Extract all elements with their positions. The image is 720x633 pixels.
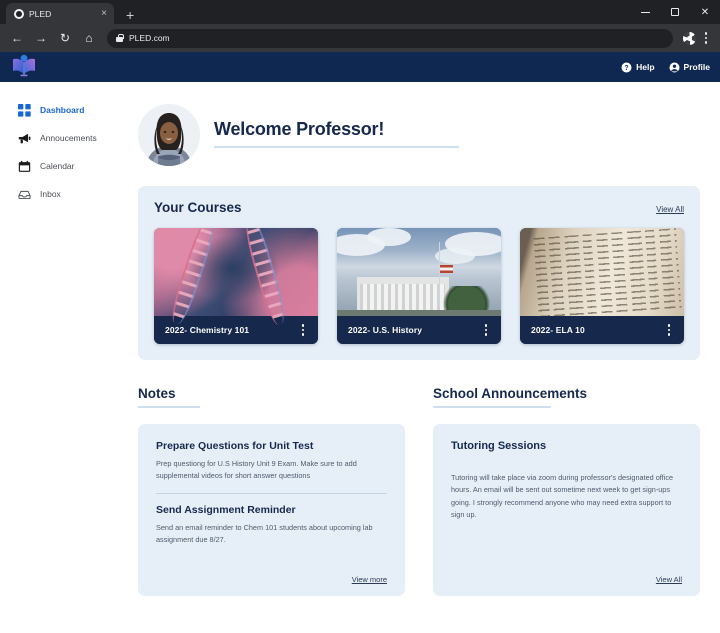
courses-view-all-link[interactable]: View All xyxy=(656,205,684,214)
announcements-underline xyxy=(433,406,551,408)
announcements-title: School Announcements xyxy=(433,386,700,401)
app-header-actions: ? Help Profile xyxy=(621,62,710,73)
question-circle-icon: ? xyxy=(621,62,632,73)
app-body: Dashboard Annoucements xyxy=(0,82,720,633)
minimize-button[interactable] xyxy=(630,0,660,24)
course-thumbnail-ela xyxy=(520,228,684,316)
note-title: Prepare Questions for Unit Test xyxy=(156,440,387,452)
page-viewport: ? Help Profile xyxy=(0,52,720,633)
course-card[interactable]: 2022- Chemistry 101 xyxy=(154,228,318,344)
course-card[interactable]: 2022- ELA 10 xyxy=(520,228,684,344)
open-book-logo[interactable] xyxy=(10,54,38,80)
course-thumbnail-history xyxy=(337,228,501,316)
help-button[interactable]: ? Help xyxy=(621,62,654,73)
course-list: 2022- Chemistry 101 xyxy=(154,228,684,344)
notes-title: Notes xyxy=(138,386,405,401)
title-underline xyxy=(214,146,459,148)
sidebar-label-calendar: Calendar xyxy=(40,161,75,171)
announcements-panel: Tutoring Sessions Tutoring will take pla… xyxy=(433,424,700,596)
sidebar-item-inbox[interactable]: Inbox xyxy=(0,180,130,208)
note-item[interactable]: Send Assignment Reminder Send an email r… xyxy=(156,504,387,546)
more-options-icon[interactable] xyxy=(482,321,491,339)
app-header: ? Help Profile xyxy=(0,52,720,82)
profile-button[interactable]: Profile xyxy=(669,62,710,73)
course-thumbnail-chemistry xyxy=(154,228,318,316)
address-bar[interactable]: PLED.com xyxy=(107,29,673,48)
note-title: Send Assignment Reminder xyxy=(156,504,387,516)
profile-label: Profile xyxy=(684,62,710,72)
courses-header: Your Courses View All xyxy=(154,200,684,215)
avatar xyxy=(138,104,200,166)
welcome-text: Welcome Professor! xyxy=(214,119,459,152)
note-body: Prep questiong for U.S History Unit 9 Ex… xyxy=(156,458,387,482)
reload-icon[interactable]: ↻ xyxy=(54,27,76,49)
forward-icon[interactable]: → xyxy=(30,27,52,49)
browser-window: PLED × + ✕ ← → ↻ ⌂ PLED.com xyxy=(0,0,720,633)
notes-panel: Prepare Questions for Unit Test Prep que… xyxy=(138,424,405,596)
sidebar-item-calendar[interactable]: Calendar xyxy=(0,152,130,180)
notes-underline xyxy=(138,406,200,408)
calendar-icon xyxy=(18,160,31,173)
more-options-icon[interactable] xyxy=(299,321,308,339)
announcement-title: Tutoring Sessions xyxy=(451,440,682,452)
notes-view-more-link[interactable]: View more xyxy=(352,575,387,584)
notes-column: Notes Prepare Questions for Unit Test Pr… xyxy=(138,386,405,596)
browser-menu-icon[interactable] xyxy=(698,28,714,48)
course-card[interactable]: 2022- U.S. History xyxy=(337,228,501,344)
browser-toolbar: ← → ↻ ⌂ PLED.com xyxy=(0,24,720,52)
sidebar: Dashboard Annoucements xyxy=(0,82,130,633)
note-body: Send an email reminder to Chem 101 stude… xyxy=(156,522,387,546)
back-icon[interactable]: ← xyxy=(6,27,28,49)
bottom-columns: Notes Prepare Questions for Unit Test Pr… xyxy=(138,386,700,596)
announcements-column: School Announcements Tutoring Sessions T… xyxy=(433,386,700,596)
divider xyxy=(156,493,387,494)
course-title: 2022- Chemistry 101 xyxy=(165,325,249,335)
help-label: Help xyxy=(636,62,654,72)
extensions-icon[interactable] xyxy=(683,32,696,45)
megaphone-icon xyxy=(18,132,31,145)
sidebar-label-dashboard: Dashboard xyxy=(40,105,84,115)
note-item[interactable]: Prepare Questions for Unit Test Prep que… xyxy=(156,440,387,482)
course-title: 2022- ELA 10 xyxy=(531,325,585,335)
browser-tab-strip: PLED × + ✕ xyxy=(0,0,720,24)
course-card-footer: 2022- ELA 10 xyxy=(520,316,684,344)
announcements-view-all-link[interactable]: View All xyxy=(656,575,682,584)
announcement-body: Tutoring will take place via zoom during… xyxy=(451,472,682,522)
more-options-icon[interactable] xyxy=(665,321,674,339)
course-card-footer: 2022- U.S. History xyxy=(337,316,501,344)
user-circle-icon xyxy=(669,62,680,73)
browser-tab[interactable]: PLED × xyxy=(6,3,114,24)
page-title: Welcome Professor! xyxy=(214,119,459,140)
address-bar-url: PLED.com xyxy=(129,33,170,43)
browser-tab-title: PLED xyxy=(29,9,93,19)
window-controls: ✕ xyxy=(630,0,720,24)
sidebar-label-announcements: Annoucements xyxy=(40,133,97,143)
course-title: 2022- U.S. History xyxy=(348,325,422,335)
svg-text:?: ? xyxy=(625,64,629,71)
courses-title: Your Courses xyxy=(154,200,242,215)
sidebar-item-dashboard[interactable]: Dashboard xyxy=(0,96,130,124)
sidebar-label-inbox: Inbox xyxy=(40,189,61,199)
inbox-icon xyxy=(18,188,31,201)
lock-icon xyxy=(116,34,123,42)
welcome-banner: Welcome Professor! xyxy=(138,104,700,166)
home-icon[interactable]: ⌂ xyxy=(78,27,100,49)
sidebar-item-announcements[interactable]: Annoucements xyxy=(0,124,130,152)
courses-panel: Your Courses View All 2022- Chemistry 10… xyxy=(138,186,700,360)
grid-icon xyxy=(18,104,31,117)
globe-icon xyxy=(14,9,24,19)
main-content: Welcome Professor! Your Courses View All xyxy=(130,82,720,633)
maximize-button[interactable] xyxy=(660,0,690,24)
close-window-button[interactable]: ✕ xyxy=(690,0,720,24)
close-tab-icon[interactable]: × xyxy=(98,9,110,19)
new-tab-button[interactable]: + xyxy=(122,8,138,22)
